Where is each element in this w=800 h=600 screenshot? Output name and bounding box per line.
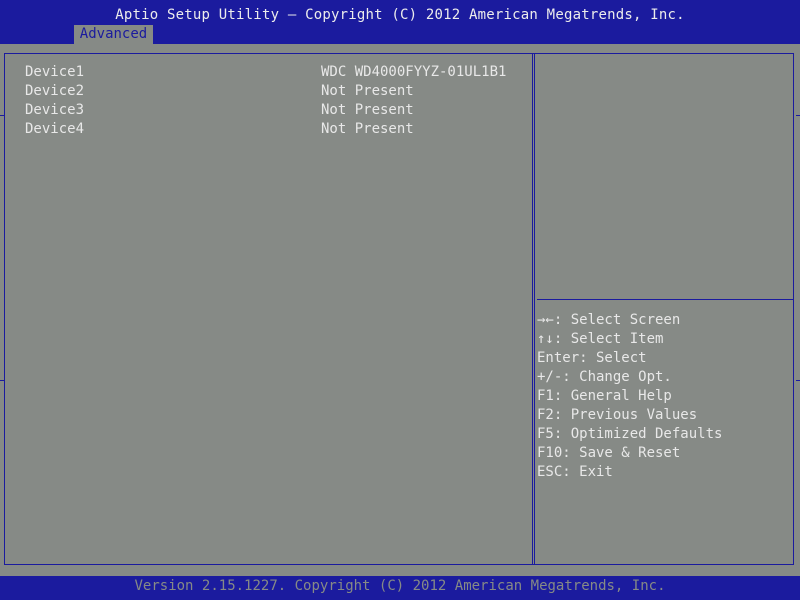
help-save-reset: F10: Save & Reset xyxy=(537,445,681,461)
device-value: WDC WD4000FYYZ-01UL1B1 xyxy=(321,64,507,80)
version-footer: Version 2.15.1227. Copyright (C) 2012 Am… xyxy=(134,578,666,594)
panel-divider-inner xyxy=(534,53,535,565)
help-general-help: F1: General Help xyxy=(537,388,672,404)
help-select-screen: →←: Select Screen xyxy=(537,312,681,328)
device-value: Not Present xyxy=(321,83,414,99)
help-exit: ESC: Exit xyxy=(537,464,613,480)
device-label: Device1 xyxy=(25,64,85,80)
help-select-item: ↑↓: Select Item xyxy=(537,331,664,347)
tab-advanced[interactable]: Advanced xyxy=(74,25,153,44)
app-title: Aptio Setup Utility – Copyright (C) 2012… xyxy=(115,7,685,23)
device-value: Not Present xyxy=(321,102,414,118)
help-change-opt: +/-: Change Opt. xyxy=(537,369,672,385)
device-row-2[interactable]: Device2 Not Present xyxy=(25,83,525,102)
device-row-1[interactable]: Device1 WDC WD4000FYYZ-01UL1B1 xyxy=(25,64,525,83)
edge-mark xyxy=(796,380,800,381)
help-previous-values: F2: Previous Values xyxy=(537,407,698,423)
panel-divider xyxy=(532,53,533,565)
bottom-bar: Version 2.15.1227. Copyright (C) 2012 Am… xyxy=(0,576,800,600)
device-label: Device4 xyxy=(25,121,85,137)
help-panel: →←: Select Screen ↑↓: Select Item Enter:… xyxy=(537,311,792,482)
edge-mark xyxy=(0,115,4,116)
device-row-3[interactable]: Device3 Not Present xyxy=(25,102,525,121)
device-label: Device2 xyxy=(25,83,85,99)
top-bar: Aptio Setup Utility – Copyright (C) 2012… xyxy=(0,0,800,44)
help-enter-select: Enter: Select xyxy=(537,350,647,366)
edge-mark xyxy=(0,380,4,381)
help-divider xyxy=(537,299,793,300)
edge-mark xyxy=(796,115,800,116)
device-label: Device3 xyxy=(25,102,85,118)
help-optimized-defaults: F5: Optimized Defaults xyxy=(537,426,723,442)
device-value: Not Present xyxy=(321,121,414,137)
device-row-4[interactable]: Device4 Not Present xyxy=(25,121,525,140)
